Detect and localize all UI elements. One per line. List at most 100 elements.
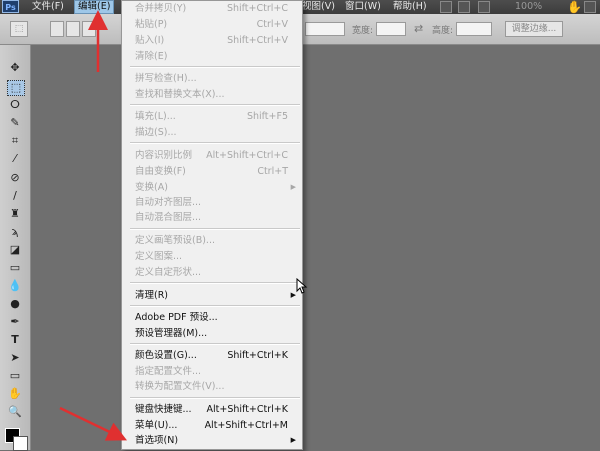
menu-item-define-pattern[interactable]: 定义图案...	[122, 249, 302, 264]
menu-item-keyboard-shortcuts[interactable]: 键盘快捷键... Alt+Shift+Ctrl+K	[122, 402, 302, 417]
clone-stamp-tool-icon[interactable]: ♜	[7, 207, 23, 221]
menu-item-label: 拼写检查(H)...	[135, 73, 197, 84]
menu-item-label: 自动混合图层...	[135, 212, 202, 223]
marquee-tool-icon[interactable]: ⬚	[7, 80, 25, 96]
menu-item-label: 转换为配置文件(V)...	[135, 381, 225, 392]
menu-item-label: 定义自定形状...	[135, 267, 202, 278]
minibridge-icon[interactable]	[458, 1, 470, 13]
menu-item-spell-check[interactable]: 拼写检查(H)...	[122, 71, 302, 86]
menu-item-convert-profile[interactable]: 转换为配置文件(V)...	[122, 379, 302, 394]
zoom-level[interactable]: 100%	[515, 0, 542, 14]
bridge-icon[interactable]	[440, 1, 452, 13]
menu-item-shortcut: Alt+Shift+Ctrl+M	[204, 420, 288, 431]
menu-separator	[130, 228, 300, 230]
menu-item-purge[interactable]: 清理(R) ▶	[122, 288, 302, 303]
rectangle-tool-icon[interactable]: ▭	[7, 369, 23, 383]
photoshop-logo: Ps	[2, 0, 19, 13]
rotate-view-icon[interactable]	[584, 1, 596, 13]
new-selection-icon[interactable]	[50, 21, 64, 37]
menu-item-shortcut: Ctrl+T	[257, 166, 288, 177]
menu-help[interactable]: 帮助(H)	[393, 0, 427, 14]
menu-edit[interactable]: 编辑(E)	[74, 0, 115, 14]
gradient-tool-icon[interactable]: ▭	[7, 261, 23, 275]
marquee-preset-icon[interactable]: ⬚	[10, 21, 28, 37]
menu-item-assign-profile[interactable]: 指定配置文件...	[122, 364, 302, 379]
menu-separator	[130, 104, 300, 106]
menu-item-shortcut: Alt+Shift+Ctrl+C	[206, 150, 288, 161]
zoom-tool-icon[interactable]: 🔍	[7, 405, 23, 419]
menu-separator	[130, 343, 300, 345]
menu-item-menus[interactable]: 菜单(U)... Alt+Shift+Ctrl+M	[122, 418, 302, 433]
eyedropper-tool-icon[interactable]: ⁄	[7, 152, 23, 166]
background-color-swatch[interactable]	[13, 436, 28, 451]
width-field[interactable]	[376, 22, 406, 36]
hand-icon[interactable]: ✋	[567, 0, 582, 14]
healing-brush-tool-icon[interactable]: ⊘	[7, 171, 23, 185]
menu-item-paste[interactable]: 粘贴(P) Ctrl+V	[122, 17, 302, 32]
menu-item-label: 内容识别比例	[135, 150, 193, 161]
move-tool-icon[interactable]: ✥	[7, 61, 23, 75]
menu-view[interactable]: 视图(V)	[302, 0, 335, 14]
add-selection-icon[interactable]	[66, 21, 80, 37]
style-dropdown[interactable]	[305, 22, 345, 36]
menu-item-auto-blend-layers[interactable]: 自动混合图层...	[122, 210, 302, 225]
history-brush-tool-icon[interactable]: ϡ	[7, 225, 23, 239]
menu-item-fill[interactable]: 填充(L)... Shift+F5	[122, 109, 302, 124]
menu-item-label: 填充(L)...	[135, 111, 176, 122]
quick-selection-tool-icon[interactable]: ✎	[7, 116, 23, 130]
lasso-tool-icon[interactable]: ⵔ	[7, 98, 23, 112]
menu-item-find-replace[interactable]: 查找和替换文本(X)...	[122, 87, 302, 102]
menu-item-label: 指定配置文件...	[135, 366, 202, 377]
menu-item-define-brush[interactable]: 定义画笔预设(B)...	[122, 233, 302, 248]
menu-item-label: 键盘快捷键...	[135, 404, 192, 415]
menu-item-label: 自动对齐图层...	[135, 197, 202, 208]
view-extras-icon[interactable]	[478, 1, 490, 13]
pen-tool-icon[interactable]: ✒	[7, 315, 23, 329]
menu-item-preset-manager[interactable]: 预设管理器(M)...	[122, 326, 302, 341]
menu-item-label: 首选项(N)	[135, 435, 179, 446]
menu-window[interactable]: 窗口(W)	[345, 0, 381, 14]
menu-item-shortcut: Shift+F5	[246, 111, 288, 122]
menu-item-clear[interactable]: 清除(E)	[122, 49, 302, 64]
menu-item-free-transform[interactable]: 自由变换(F) Ctrl+T	[122, 164, 302, 179]
menu-separator	[130, 305, 300, 307]
menu-item-shortcut: Ctrl+V	[256, 19, 288, 30]
menu-item-adobe-pdf-presets[interactable]: Adobe PDF 预设...	[122, 310, 302, 325]
dodge-tool-icon[interactable]: ●	[7, 297, 23, 311]
menu-item-paste-into[interactable]: 贴入(I) Shift+Ctrl+V	[122, 33, 302, 48]
menu-separator	[130, 66, 300, 68]
menu-item-auto-align-layers[interactable]: 自动对齐图层...	[122, 195, 302, 210]
menu-item-transform[interactable]: 变换(A) ▶	[122, 180, 302, 195]
blur-tool-icon[interactable]: 💧	[7, 279, 23, 293]
menu-item-content-aware-scale[interactable]: 内容识别比例 Alt+Shift+Ctrl+C	[122, 148, 302, 163]
type-tool-icon[interactable]: T	[7, 333, 23, 347]
menu-item-color-settings[interactable]: 颜色设置(G)... Shift+Ctrl+K	[122, 348, 302, 363]
hand-tool-icon[interactable]: ✋	[7, 387, 23, 401]
menu-item-label: 描边(S)...	[135, 127, 177, 138]
submenu-arrow-icon: ▶	[290, 183, 296, 191]
edit-menu-dropdown: 合并拷贝(Y) Shift+Ctrl+C 粘贴(P) Ctrl+V 贴入(I) Shi…	[121, 0, 303, 450]
menu-file[interactable]: 文件(F)	[32, 0, 64, 14]
menu-separator	[130, 282, 300, 284]
menu-item-label: 合并拷贝(Y)	[135, 3, 187, 14]
refine-edge-button[interactable]: 调整边缘...	[505, 21, 563, 37]
menu-item-merge-copy[interactable]: 合并拷贝(Y) Shift+Ctrl+C	[122, 1, 302, 16]
menu-item-label: 清理(R)	[135, 290, 169, 301]
height-field[interactable]	[456, 22, 492, 36]
subtract-selection-icon[interactable]	[82, 21, 96, 37]
menu-item-define-custom-shape[interactable]: 定义自定形状...	[122, 265, 302, 280]
crop-tool-icon[interactable]: ⌗	[7, 134, 23, 148]
menu-item-label: 贴入(I)	[135, 35, 165, 46]
menu-item-preferences[interactable]: 首选项(N) ▶	[122, 433, 302, 448]
menu-item-shortcut: Shift+Ctrl+C	[226, 3, 288, 14]
eraser-tool-icon[interactable]: ◪	[7, 243, 23, 257]
menu-item-stroke[interactable]: 描边(S)...	[122, 125, 302, 140]
path-selection-tool-icon[interactable]: ➤	[7, 351, 23, 365]
workspace-canvas	[31, 45, 600, 450]
menu-item-label: 预设管理器(M)...	[135, 328, 208, 339]
swap-arrows-icon[interactable]: ⇄	[414, 22, 423, 35]
mouse-cursor-icon	[296, 278, 308, 294]
tools-panel: ✥ ⬚ ⵔ ✎ ⌗ ⁄ ⊘ / ♜ ϡ ◪ ▭ 💧 ● ✒ T ➤ ▭ ✋ 🔍	[0, 45, 31, 451]
menu-item-label: 清除(E)	[135, 51, 168, 62]
brush-tool-icon[interactable]: /	[7, 189, 23, 203]
